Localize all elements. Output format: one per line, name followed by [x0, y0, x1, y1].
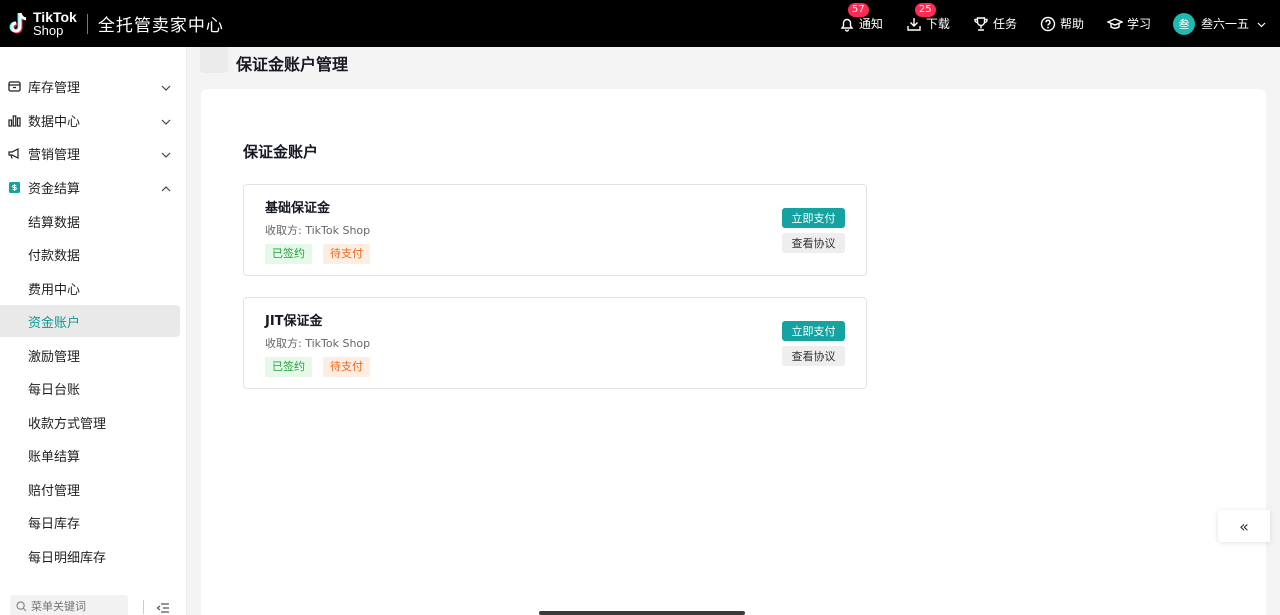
- view-agreement-button[interactable]: 查看协议: [782, 233, 845, 253]
- finance-icon: [7, 181, 21, 195]
- learning-button[interactable]: 学习: [1106, 15, 1151, 33]
- chevron-down-icon: [161, 114, 171, 129]
- collapse-panel-button[interactable]: «: [1218, 510, 1270, 542]
- back-tab[interactable]: [200, 47, 228, 73]
- user-name: 叁六一五: [1200, 17, 1249, 31]
- status-badge-signed: 已签约: [265, 357, 312, 377]
- menu-search-input[interactable]: [31, 599, 121, 613]
- download-icon: [905, 15, 923, 33]
- tasks-label: 任务: [992, 17, 1017, 31]
- pay-now-button[interactable]: 立即支付: [782, 321, 845, 341]
- sidebar: 库存管理 数据中心 营销管理 资金结算 结算数据 付款数据 费用中心 资金账户: [0, 47, 187, 615]
- sidebar-item-compensation[interactable]: 赔付管理: [0, 473, 180, 505]
- pay-now-button[interactable]: 立即支付: [782, 208, 845, 228]
- help-button[interactable]: 帮助: [1039, 15, 1084, 33]
- deposit-payee: 收取方: TikTok Shop: [265, 224, 371, 237]
- top-bar: TikTok Shop 全托管卖家中心 57 通知 25 下载 任务 帮助 学习…: [0, 0, 1280, 47]
- sidebar-group-label: 营销管理: [28, 148, 81, 163]
- sidebar-item-daily-ledger[interactable]: 每日台账: [0, 372, 180, 404]
- sidebar-item-fee-center[interactable]: 费用中心: [0, 272, 180, 304]
- logo-line2: Shop: [33, 22, 64, 38]
- deposit-payee: 收取方: TikTok Shop: [265, 337, 371, 350]
- notifications-label: 通知: [858, 17, 883, 31]
- sidebar-item-bill-settlement[interactable]: 账单结算: [0, 439, 180, 471]
- chevron-down-icon: [161, 147, 171, 162]
- top-actions: 57 通知 25 下载 任务 帮助 学习 叁 叁六一五: [838, 0, 1280, 47]
- view-agreement-button[interactable]: 查看协议: [782, 346, 845, 366]
- sidebar-group-label: 资金结算: [28, 182, 81, 197]
- sidebar-item-daily-detail-inventory[interactable]: 每日明细库存: [0, 540, 180, 572]
- sidebar-group-inventory[interactable]: 库存管理: [0, 70, 187, 103]
- status-badge-pending: 待支付: [323, 244, 370, 264]
- app-title: 全托管卖家中心: [97, 16, 224, 36]
- avatar: 叁: [1172, 12, 1195, 35]
- notifications-badge: 57: [847, 2, 869, 17]
- downloads-label: 下载: [925, 17, 950, 31]
- logo-line1: TikTok: [33, 8, 77, 25]
- chevron-up-icon: [161, 181, 171, 196]
- help-label: 帮助: [1059, 17, 1084, 31]
- bottom-scroll-indicator: [539, 611, 745, 615]
- notifications-button[interactable]: 57 通知: [838, 2, 883, 33]
- help-icon: [1039, 15, 1057, 33]
- sidebar-item-daily-inventory[interactable]: 每日库存: [0, 506, 180, 538]
- learning-label: 学习: [1126, 17, 1151, 31]
- bell-icon: [838, 15, 856, 33]
- sidebar-item-incentive-management[interactable]: 激励管理: [0, 339, 180, 371]
- sidebar-group-marketing[interactable]: 营销管理: [0, 137, 187, 170]
- graduation-cap-icon: [1106, 15, 1124, 33]
- section-title: 保证金账户: [243, 143, 319, 161]
- deposit-name: 基础保证金: [265, 201, 331, 216]
- user-menu[interactable]: 叁 叁六一五: [1172, 12, 1266, 35]
- inventory-icon: [7, 80, 21, 94]
- sidebar-item-settlement-data[interactable]: 结算数据: [0, 205, 180, 237]
- downloads-badge: 25: [914, 2, 936, 17]
- logo-text: TikTok Shop: [33, 8, 77, 38]
- chevron-down-icon: [1257, 17, 1266, 31]
- tasks-button[interactable]: 任务: [972, 15, 1017, 33]
- sidebar-item-payment-data[interactable]: 付款数据: [0, 238, 180, 270]
- chevron-down-icon: [161, 80, 171, 95]
- deposit-name: JIT保证金: [265, 314, 323, 329]
- sidebar-item-payee-method[interactable]: 收款方式管理: [0, 406, 180, 438]
- megaphone-icon: [7, 147, 21, 161]
- downloads-button[interactable]: 25 下载: [905, 2, 950, 33]
- status-badge-pending: 待支付: [323, 357, 370, 377]
- sidebar-search[interactable]: [10, 595, 128, 615]
- deposit-card-basic: 基础保证金 收取方: TikTok Shop 已签约 待支付 立即支付 查看协议: [243, 184, 867, 276]
- tiktok-logo-icon: [8, 11, 30, 37]
- status-badge-signed: 已签约: [265, 244, 312, 264]
- sidebar-group-label: 库存管理: [28, 81, 81, 96]
- tiktok-shop-logo[interactable]: TikTok Shop: [8, 8, 77, 38]
- menu-fold-icon: [156, 600, 170, 615]
- page-title: 保证金账户管理: [236, 55, 349, 74]
- search-divider: [143, 600, 144, 614]
- trophy-icon: [972, 15, 990, 33]
- search-icon: [16, 600, 27, 612]
- sidebar-group-finance[interactable]: 资金结算: [0, 171, 187, 204]
- sidebar-group-label: 数据中心: [28, 115, 81, 130]
- sidebar-item-fund-account[interactable]: 资金账户: [0, 305, 180, 337]
- deposit-card-jit: JIT保证金 收取方: TikTok Shop 已签约 待支付 立即支付 查看协…: [243, 297, 867, 389]
- collapse-sidebar-button[interactable]: [156, 600, 170, 614]
- double-chevron-left-icon: «: [1239, 516, 1249, 536]
- header-divider: [86, 13, 88, 34]
- sidebar-group-data-center[interactable]: 数据中心: [0, 104, 187, 137]
- bar-chart-icon: [7, 114, 21, 128]
